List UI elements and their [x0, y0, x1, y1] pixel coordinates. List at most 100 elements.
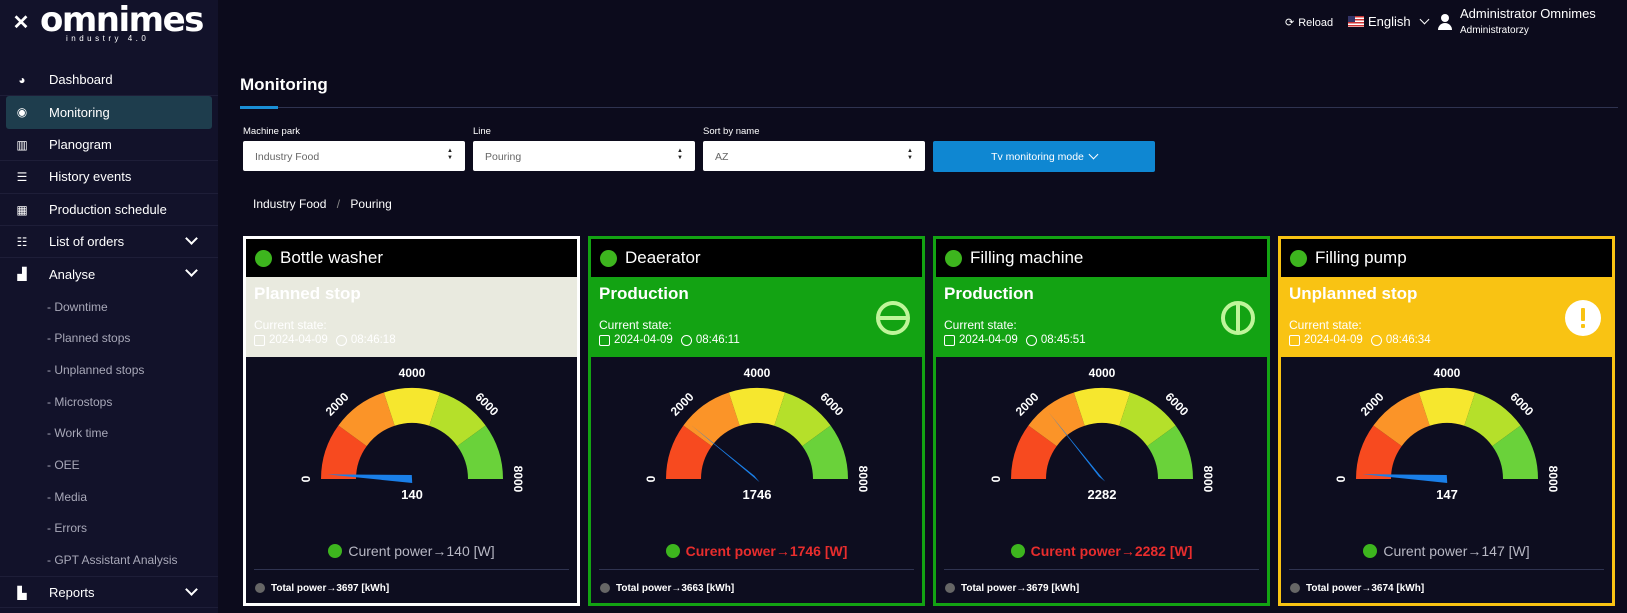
gauge-tick-label: 2000 — [1013, 390, 1042, 419]
state-name: Production — [599, 284, 689, 303]
sidebar-item-label: Production schedule — [49, 201, 167, 217]
sidebar-subitem-oee[interactable]: - OEE — [0, 449, 218, 481]
dashboard-icon: ◕ — [18, 73, 26, 87]
sidebar-subitem-downtime[interactable]: - Downtime — [0, 291, 218, 323]
sidebar-subitem-microstops[interactable]: - Microstops — [0, 386, 218, 418]
reload-button[interactable]: ⟳ Reload — [1285, 16, 1333, 30]
close-icon[interactable]: ✕ — [12, 12, 30, 34]
state-name: Planned stop — [254, 284, 361, 303]
sidebar-item-reports[interactable]: ▙ Reports — [0, 575, 218, 609]
chevron-down-icon — [185, 583, 198, 596]
gauge-tick-label: 4000 — [1089, 366, 1116, 380]
gauge-tick-label: 0 — [989, 475, 1003, 482]
sidebar-item-production-schedule[interactable]: ▦ Production schedule — [0, 194, 218, 226]
line-select[interactable]: Pouring — [473, 141, 695, 171]
gauge-tick-label: 2000 — [1358, 390, 1387, 419]
status-dot — [1010, 544, 1025, 558]
machine-card[interactable]: Deaerator Production Current state: 2024… — [588, 236, 925, 606]
status-dot — [1290, 250, 1307, 267]
status-dot — [328, 544, 343, 558]
total-power: Total power→3679 [kWh] — [936, 570, 1267, 606]
state-timestamp: 2024-04-09 08:46:34 — [1289, 334, 1604, 346]
gauge-tick-label: 8000 — [1201, 466, 1215, 493]
machine-name: Filling machine — [970, 248, 1084, 267]
sidebar-item-label: Monitoring — [49, 105, 110, 121]
gauge-tick-label: 4000 — [744, 366, 771, 380]
gauge-value: 2282 — [1088, 487, 1117, 502]
state-time: 08:46:11 — [695, 334, 740, 346]
total-power-value: Total power→3679 [kWh] — [961, 582, 1080, 594]
sidebar-subitem-work-time[interactable]: - Work time — [0, 417, 218, 449]
machine-card[interactable]: Bottle washer Planned stop Current state… — [243, 236, 580, 606]
status-dot — [600, 583, 610, 593]
gauge-value: 147 — [1436, 487, 1458, 502]
us-flag-icon — [1348, 16, 1364, 27]
sidebar-item-planogram[interactable]: ▥ Planogram — [0, 129, 218, 162]
breadcrumb-item[interactable]: Industry Food — [253, 197, 326, 211]
breadcrumb: Industry Food / Pouring — [253, 197, 392, 211]
sort-select[interactable]: AZ — [703, 141, 925, 171]
state-timestamp: 2024-04-09 08:45:51 — [944, 334, 1259, 346]
gauge-tick-label: 4000 — [399, 366, 426, 380]
current-power: Curent power→140 [W] — [246, 533, 577, 569]
sidebar-item-analyse[interactable]: ▟ Analyse — [0, 258, 218, 290]
current-power: Curent power→1746 [W] — [591, 533, 922, 569]
gauge-tick-label: 6000 — [472, 390, 501, 419]
state-name: Unplanned stop — [1289, 284, 1418, 303]
status-dot — [255, 250, 272, 267]
sidebar: ✕ omnimes industry 4.0 ◕ Dashboard ◉ Mon… — [0, 0, 218, 613]
state-panel: Production Current state: 2024-04-09 08:… — [936, 277, 1267, 357]
chevron-down-icon — [1088, 149, 1099, 160]
tv-monitoring-mode-button[interactable]: Tv monitoring mode — [933, 141, 1155, 172]
gauge-tick-label: 4000 — [1434, 366, 1461, 380]
gauge-value: 140 — [401, 487, 423, 502]
gauge-tick-label: 6000 — [1507, 390, 1536, 419]
state-label: Current state: — [944, 318, 1017, 332]
sidebar-item-label: History events — [49, 169, 132, 185]
breadcrumb-item[interactable]: Pouring — [350, 197, 391, 211]
current-power: Curent power→147 [W] — [1281, 533, 1612, 569]
sidebar-subitem-gpt-assistant-analysis[interactable]: - GPT Assistant Analysis — [0, 544, 218, 576]
sort-filter: Sort by name AZ — [703, 126, 925, 171]
sidebar-item-label: Analyse — [49, 267, 96, 283]
current-power: Curent power→2282 [W] — [936, 533, 1267, 569]
eye-icon: ◉ — [16, 105, 28, 120]
state-date: 2024-04-09 — [614, 334, 673, 346]
sidebar-subitem-unplanned-stops[interactable]: - Unplanned stops — [0, 354, 218, 386]
user-role: Administratorzy — [1460, 25, 1529, 36]
sidebar-subitem-planned-stops[interactable]: - Planned stops — [0, 322, 218, 354]
power-gauge: 0 2000 4000 6000 8000 1746 — [591, 357, 922, 533]
gauge-svg: 0 2000 4000 6000 8000 2282 — [989, 366, 1215, 502]
sidebar-item-dashboard[interactable]: ◕ Dashboard — [0, 64, 218, 97]
topbar: ⟳ Reload English Administrator Omnimes A… — [218, 0, 1627, 52]
sidebar-subitem-errors[interactable]: - Errors — [0, 513, 218, 545]
sidebar-item-history-events[interactable]: ☰ History events — [0, 161, 218, 194]
current-power-value: Curent power→147 [W] — [1383, 543, 1530, 559]
power-circle-icon — [1219, 299, 1257, 337]
calendar-icon — [599, 334, 610, 346]
sidebar-subitem-media[interactable]: - Media — [0, 481, 218, 513]
sidebar-item-label: Dashboard — [49, 72, 113, 88]
machine-card[interactable]: Filling machine Production Current state… — [933, 236, 1270, 606]
state-panel: Production Current state: 2024-04-09 08:… — [591, 277, 922, 357]
language-selector[interactable]: English — [1348, 14, 1430, 29]
machine-name: Filling pump — [1315, 248, 1407, 267]
gauge-tick-label: 6000 — [1162, 390, 1191, 419]
total-power: Total power→3674 [kWh] — [1281, 570, 1612, 606]
sidebar-item-list-of-orders[interactable]: ☷ List of orders — [0, 226, 218, 259]
sidebar-item-monitoring[interactable]: ◉ Monitoring — [6, 96, 212, 129]
list-ordered-icon: ☷ — [16, 234, 28, 249]
chart-icon: ▟ — [17, 267, 27, 282]
machine-name: Deaerator — [625, 248, 701, 267]
gauge-value: 1746 — [743, 487, 772, 502]
sort-label: Sort by name — [703, 126, 760, 137]
total-power: Total power→3697 [kWh] — [246, 570, 577, 606]
machine-park-select[interactable]: Industry Food — [243, 141, 465, 171]
state-panel: Planned stop Current state: 2024-04-09 0… — [246, 277, 577, 357]
machine-card[interactable]: Filling pump Unplanned stop Current stat… — [1278, 236, 1615, 606]
page-title: Monitoring — [240, 75, 328, 94]
state-date: 2024-04-09 — [1304, 334, 1363, 346]
status-dot — [665, 544, 680, 558]
clock-icon — [680, 334, 692, 346]
title-divider — [240, 107, 1618, 108]
